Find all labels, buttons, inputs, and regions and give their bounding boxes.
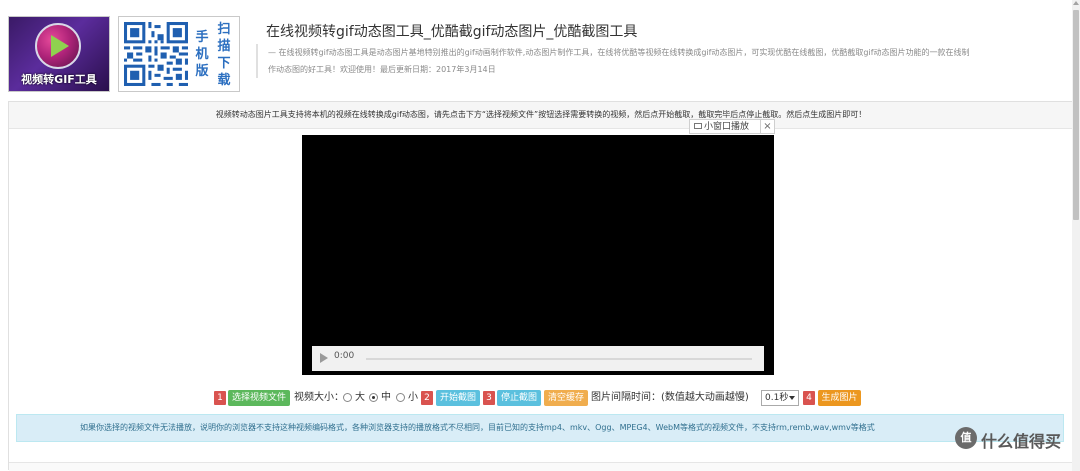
qr-char: 扫 bbox=[217, 22, 231, 37]
video-time: 0:00 bbox=[334, 351, 355, 361]
description-line: 作动态图的好工具！欢迎使用！最后更新日期：2017年3月14日 bbox=[268, 65, 496, 74]
site-logo[interactable]: 视频转GIF工具 bbox=[8, 16, 110, 92]
generate-image-button[interactable]: 生成图片 bbox=[818, 390, 861, 406]
size-small-radio[interactable] bbox=[396, 393, 405, 402]
qr-char: 载 bbox=[217, 73, 231, 88]
page-title: 在线视频转gif动态图工具_优酷截gif动态图片_优酷截图工具 bbox=[266, 24, 638, 40]
video-player[interactable]: 0:00 bbox=[302, 135, 774, 375]
capture-controls: 1 选择视频文件 视频大小： 大 中 小 2 开始截图 3 停止截图 清空缓存 … bbox=[9, 388, 1073, 408]
step-badge-2: 2 bbox=[421, 391, 433, 405]
instructions-notice: 视频转动态图片工具支持将本机的视频在线转换成gif动态图，请先点击下方“选择视频… bbox=[9, 102, 1073, 129]
site-header: 视频转GIF工具 手 机 版 扫 描 下 载 在线视频转gif动态图工具_优酷截… bbox=[0, 0, 1080, 100]
watermark-text: 什么值得买 bbox=[981, 432, 1062, 451]
page-scrollbar[interactable] bbox=[1072, 0, 1080, 471]
qr-caption-left: 手 机 版 bbox=[193, 29, 211, 80]
format-support-info: 如果你选择的视频文件无法播放，说明你的浏览器不支持这种视频编码格式，各种浏览器支… bbox=[16, 414, 1064, 442]
page-description: — 在线视频转gif动态图工具是动态图片基地特别推出的gif动画制作软件,动态图… bbox=[256, 44, 1066, 78]
clear-cache-button[interactable]: 清空缓存 bbox=[544, 390, 588, 406]
video-progress-track[interactable] bbox=[366, 358, 752, 360]
stop-capture-button[interactable]: 停止截图 bbox=[497, 390, 541, 406]
select-video-button[interactable]: 选择视频文件 bbox=[228, 390, 290, 406]
window-icon bbox=[694, 123, 702, 129]
qr-char: 描 bbox=[217, 39, 231, 54]
size-small-label: 小 bbox=[408, 392, 418, 403]
size-medium-label: 中 bbox=[381, 392, 391, 403]
watermark-badge: 值 bbox=[955, 427, 977, 449]
scroll-up-arrow-icon[interactable] bbox=[1073, 1, 1079, 5]
video-size-label: 视频大小： bbox=[294, 392, 344, 403]
mini-window-button[interactable]: 小窗口播放 bbox=[689, 119, 761, 134]
qr-char: 手 bbox=[195, 30, 209, 45]
step-badge-4: 4 bbox=[803, 391, 815, 405]
tool-panel: 视频转动态图片工具支持将本机的视频在线转换成gif动态图，请先点击下方“选择视频… bbox=[8, 101, 1074, 471]
panel-bottom-strip bbox=[9, 462, 1073, 471]
description-line: — 在线视频转gif动态图工具是动态图片基地特别推出的gif动画制作软件,动态图… bbox=[268, 48, 970, 57]
play-icon[interactable] bbox=[320, 353, 328, 363]
mini-window-label: 小窗口播放 bbox=[704, 122, 750, 132]
qr-char: 版 bbox=[195, 64, 209, 79]
scroll-thumb[interactable] bbox=[1073, 10, 1079, 220]
qr-caption-right: 扫 描 下 载 bbox=[215, 21, 233, 89]
qr-char: 机 bbox=[195, 47, 209, 62]
step-badge-3: 3 bbox=[483, 391, 495, 405]
step-badge-1: 1 bbox=[214, 391, 226, 405]
chevron-down-icon bbox=[789, 396, 795, 400]
size-large-label: 大 bbox=[355, 392, 365, 403]
start-capture-button[interactable]: 开始截图 bbox=[436, 390, 480, 406]
play-icon bbox=[51, 35, 69, 57]
mobile-qr-box: 手 机 版 扫 描 下 载 bbox=[118, 16, 240, 92]
qr-code-icon bbox=[124, 22, 188, 86]
interval-select[interactable]: 0.1秒 bbox=[761, 390, 799, 406]
logo-text: 视频转GIF工具 bbox=[21, 73, 97, 86]
size-large-radio[interactable] bbox=[343, 393, 352, 402]
interval-label: 图片间隔时间：(数值越大动画越慢) bbox=[591, 392, 749, 403]
size-medium-radio[interactable] bbox=[369, 393, 378, 402]
close-icon[interactable]: × bbox=[761, 119, 775, 134]
interval-value: 0.1秒 bbox=[765, 393, 789, 403]
qr-char: 下 bbox=[217, 56, 231, 71]
video-controls-bar: 0:00 bbox=[312, 346, 764, 371]
